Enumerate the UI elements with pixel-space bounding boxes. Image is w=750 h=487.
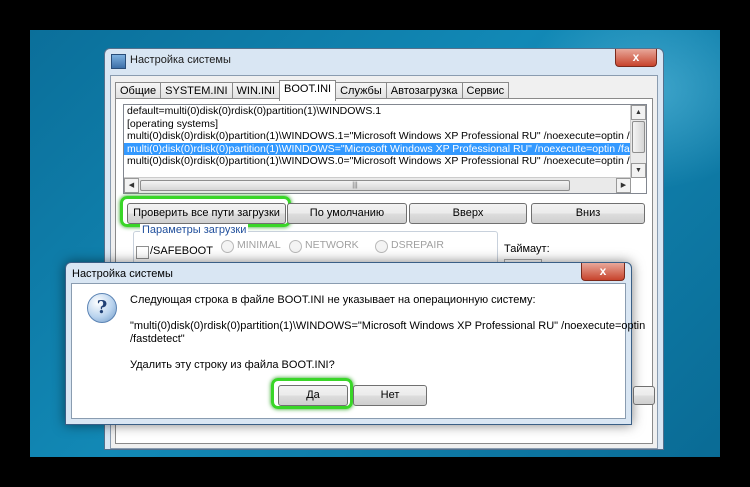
close-icon: x	[632, 50, 640, 64]
dialog-message-line3: /fastdetect"	[130, 333, 185, 345]
tab-strip: Общие SYSTEM.INI WIN.INI BOOT.INI Службы…	[115, 80, 510, 101]
scroll-left-arrow-icon[interactable]: ◀	[124, 178, 139, 193]
close-icon: x	[599, 264, 607, 278]
scroll-right-arrow-icon[interactable]: ▶	[616, 178, 631, 193]
boot-line[interactable]: [operating systems]	[124, 118, 646, 131]
minimal-label: MINIMAL	[237, 239, 281, 251]
boot-line[interactable]: multi(0)disk(0)rdisk(0)partition(1)\WIND…	[124, 130, 646, 143]
boot-ini-listbox[interactable]: default=multi(0)disk(0)rdisk(0)partition…	[123, 104, 647, 194]
dsrepair-radio[interactable]	[375, 240, 388, 253]
boot-line[interactable]: multi(0)disk(0)rdisk(0)partition(1)\WIND…	[124, 155, 646, 168]
highlight-yes	[271, 378, 353, 409]
network-radio[interactable]	[289, 240, 302, 253]
partial-window-button[interactable]	[633, 386, 655, 405]
dialog-message-line1: Следующая строка в файле BOOT.INI не ука…	[130, 294, 536, 306]
no-button[interactable]: Нет	[353, 385, 427, 406]
network-label: NETWORK	[305, 239, 359, 251]
boot-line-selected[interactable]: multi(0)disk(0)rdisk(0)partition(1)\WIND…	[124, 141, 646, 156]
horizontal-scrollbar[interactable]: ◀ ||| ▶	[124, 177, 631, 193]
confirm-dialog: Настройка системы x ? Следующая строка в…	[65, 262, 645, 425]
tab-boot-ini[interactable]: BOOT.INI	[279, 80, 337, 101]
dialog-message-line2: "multi(0)disk(0)rdisk(0)partition(1)\WIN…	[130, 320, 646, 332]
app-icon	[111, 54, 126, 69]
scroll-down-arrow-icon[interactable]: ▼	[631, 163, 646, 178]
minimal-radio[interactable]	[221, 240, 234, 253]
window-title: Настройка системы	[130, 54, 231, 66]
scroll-thumb-horizontal[interactable]: |||	[140, 180, 570, 191]
move-up-button[interactable]: Вверх	[409, 203, 527, 224]
dialog-title: Настройка системы	[72, 268, 173, 280]
safeboot-label: /SAFEBOOT	[150, 245, 213, 257]
move-down-button[interactable]: Вниз	[531, 203, 645, 224]
window-close-button[interactable]: x	[615, 49, 657, 67]
dialog-close-button[interactable]: x	[581, 263, 625, 281]
scroll-up-arrow-icon[interactable]: ▲	[631, 105, 646, 120]
timeout-label: Таймаут:	[504, 243, 550, 255]
vertical-scrollbar[interactable]: ▲ ▼	[630, 105, 646, 178]
boot-line[interactable]: default=multi(0)disk(0)rdisk(0)partition…	[124, 105, 646, 118]
scroll-thumb-vertical[interactable]	[632, 121, 645, 153]
dialog-client: ? Следующая строка в файле BOOT.INI не у…	[71, 283, 645, 419]
safeboot-checkbox[interactable]	[136, 246, 149, 259]
dsrepair-label: DSREPAIR	[391, 239, 444, 251]
dialog-question: Удалить эту строку из файла BOOT.INI?	[130, 359, 335, 371]
window-titlebar[interactable]: Настройка системы x	[105, 49, 663, 73]
desktop-screen: Настройка системы x Общие SYSTEM.INI WIN…	[30, 30, 720, 457]
default-button[interactable]: По умолчанию	[287, 203, 407, 224]
highlight-check-paths	[120, 196, 291, 227]
question-icon: ?	[87, 293, 117, 323]
boot-params-label: Параметры загрузки	[140, 224, 249, 236]
